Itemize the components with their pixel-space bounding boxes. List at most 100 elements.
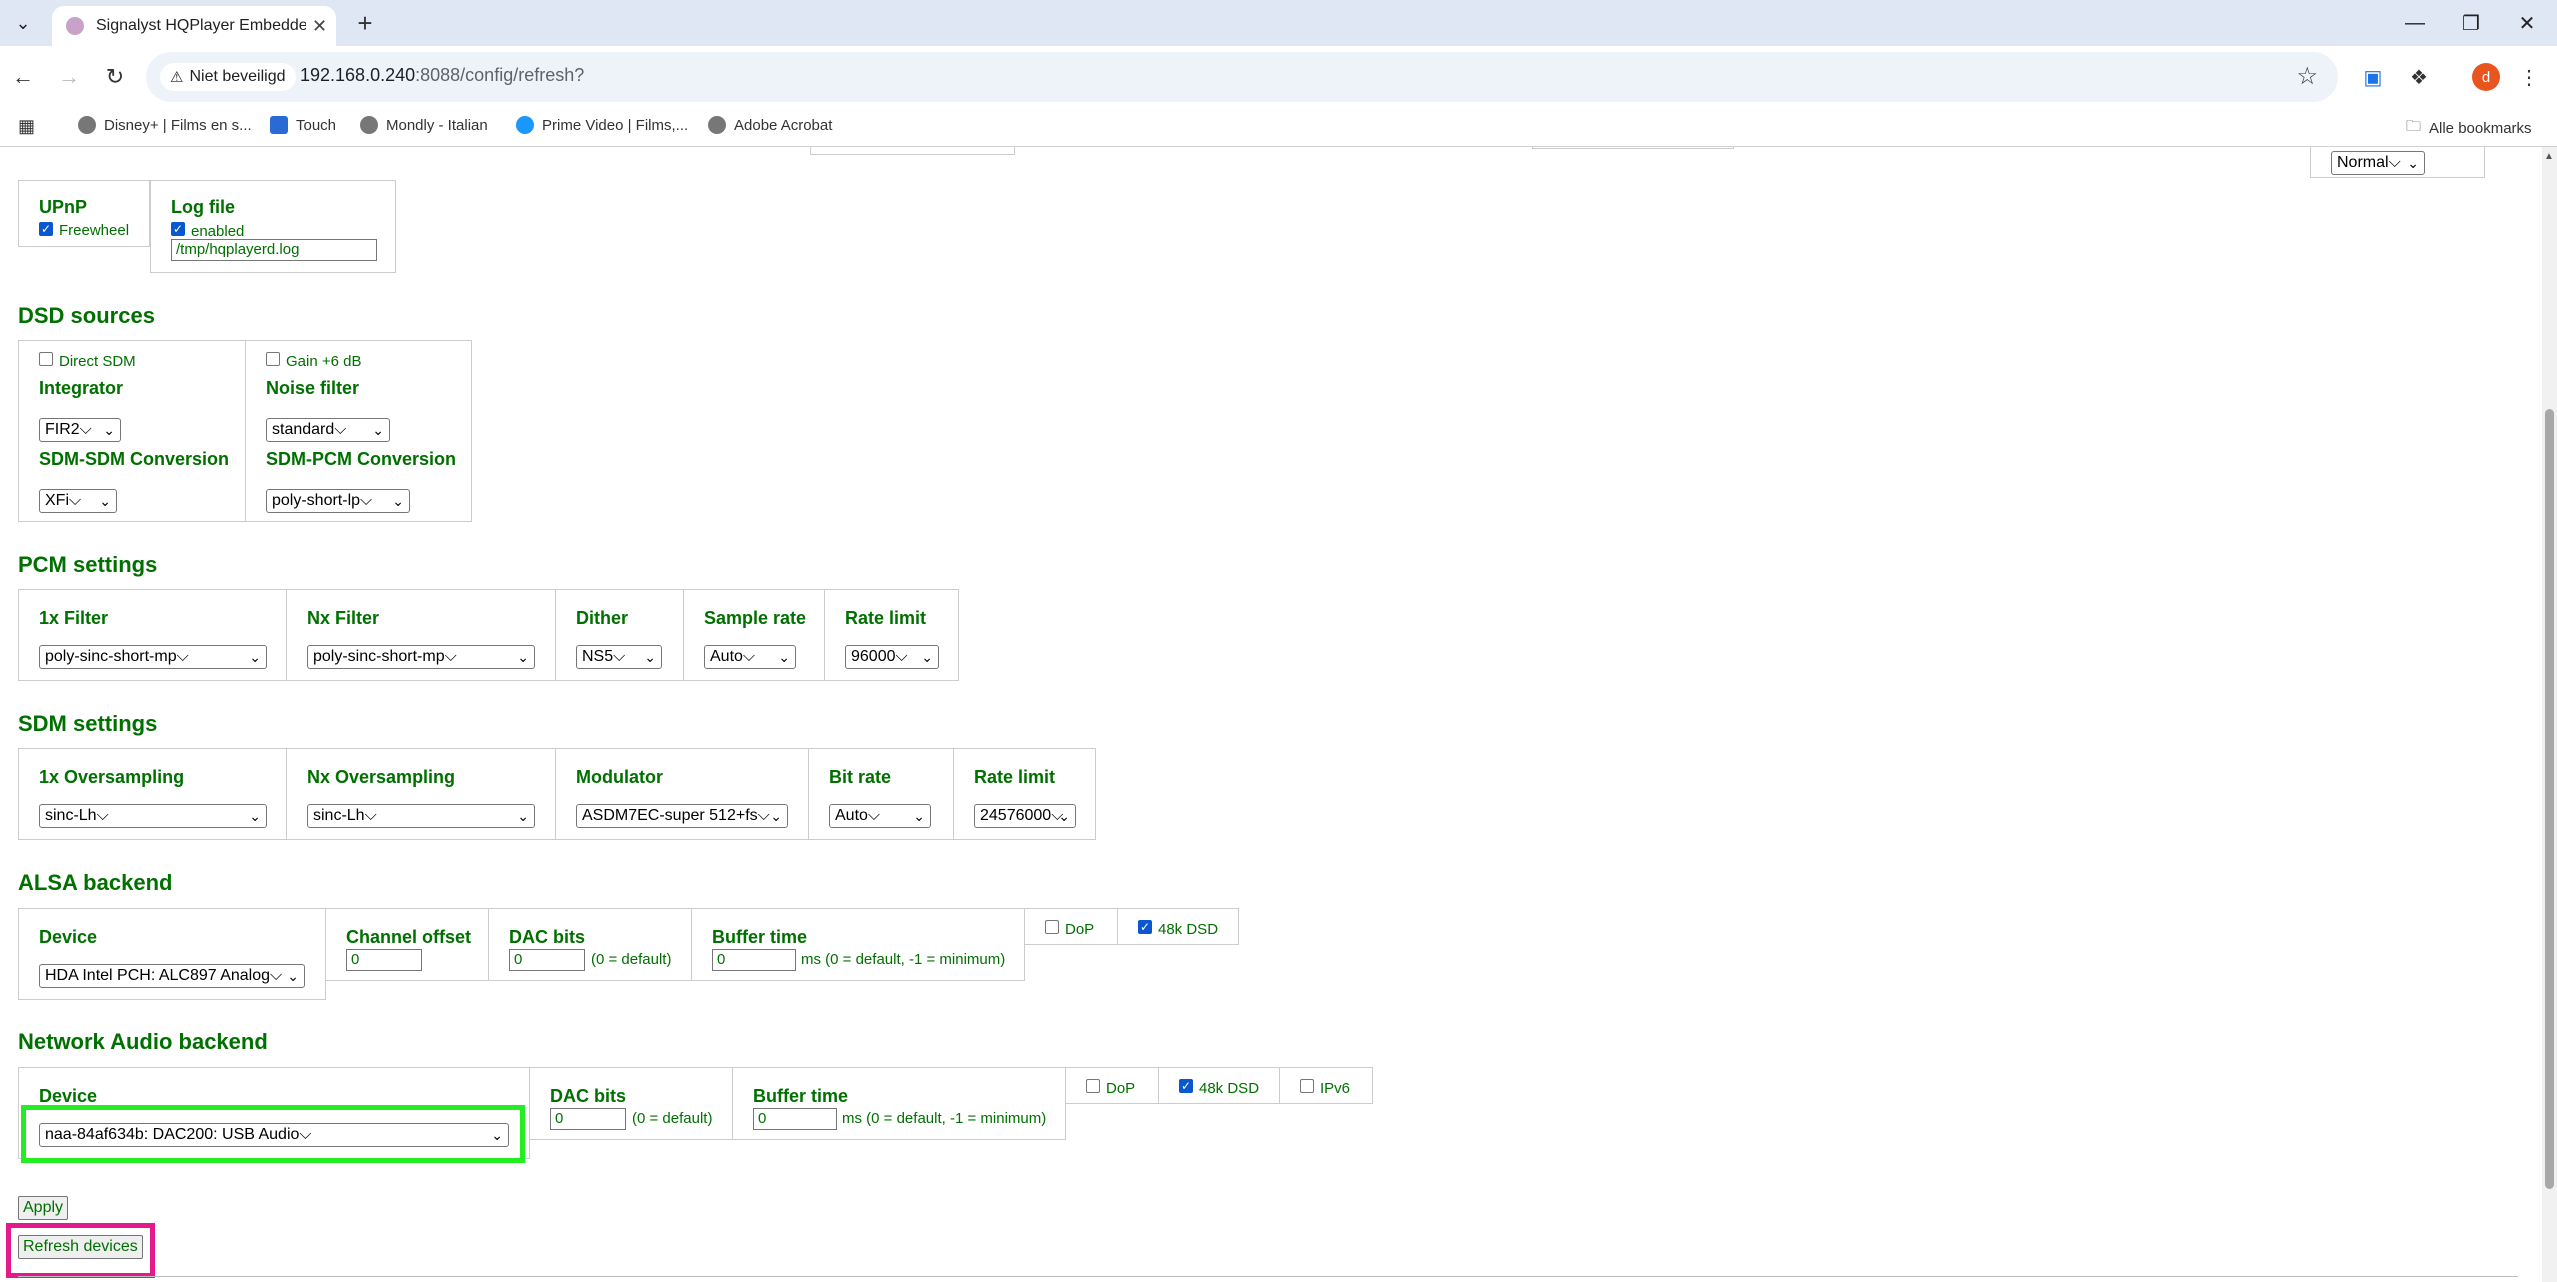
network-48k-label: 48k DSD	[1199, 1080, 1260, 1097]
config-page: Normal⌄ UPnP ✓ Freewheel Log file ✓ enab…	[0, 147, 2540, 1282]
back-arrow-icon[interactable]: ←	[6, 60, 40, 94]
network-48k-checkbox[interactable]: ✓	[1179, 1079, 1193, 1093]
pcm-1x-filter-select[interactable]: poly-sinc-short-mp ⌄	[39, 645, 267, 669]
alsa-channel-offset-input[interactable]: 0	[346, 949, 422, 971]
sdm-bitrate-cell: Bit rate Auto ⌄	[808, 748, 954, 840]
alsa-device-select[interactable]: HDA Intel PCH: ALC897 Analog ⌄	[39, 964, 305, 988]
profile-avatar[interactable]: d	[2472, 63, 2500, 91]
gain-checkbox[interactable]	[266, 352, 280, 366]
bookmark-acrobat[interactable]: Adobe Acrobat	[708, 116, 832, 134]
bookmark-label: Adobe Acrobat	[734, 116, 833, 134]
extensions-puzzle-icon[interactable]: ❖	[2404, 62, 2434, 92]
sdm-nx-os-select[interactable]: sinc-Lh ⌄	[307, 804, 535, 828]
tab-search-chevron-icon[interactable]: ⌄	[8, 8, 38, 38]
integrator-select[interactable]: FIR2 ⌄	[39, 418, 121, 442]
sdm-settings-heading: SDM settings	[18, 711, 158, 736]
alsa-dac-bits-label: DAC bits	[509, 927, 585, 947]
bookmark-disney[interactable]: Disney+ | Films en s...	[78, 116, 252, 134]
network-buffer-input[interactable]: 0	[753, 1108, 837, 1130]
sdm-modulator-cell: Modulator ASDM7EC-super 512+fs ⌄	[555, 748, 809, 840]
browser-toolbar: ← → ↻ ⚠ Niet beveiligd 192.168.0.240:808…	[0, 46, 2557, 108]
cast-extension-icon[interactable]: ▣	[2358, 62, 2388, 92]
browser-tab[interactable]: Signalyst HQPlayer Embedded ✕	[52, 6, 336, 46]
security-label: Niet beveiligd	[189, 68, 286, 85]
direct-sdm-label: Direct SDM	[59, 353, 136, 370]
bookmark-star-icon[interactable]: ☆	[2296, 62, 2318, 91]
address-bar[interactable]: ⚠ Niet beveiligd 192.168.0.240:8088/conf…	[146, 52, 2338, 102]
network-ipv6-checkbox[interactable]	[1300, 1079, 1314, 1093]
network-dop-checkbox[interactable]	[1086, 1079, 1100, 1093]
alsa-device-cell: Device HDA Intel PCH: ALC897 Analog ⌄	[18, 908, 326, 1000]
network-dac-bits-cell: DAC bits 0 (0 = default)	[529, 1067, 733, 1140]
direct-sdm-checkbox[interactable]	[39, 352, 53, 366]
alsa-dac-bits-cell: DAC bits 0 (0 = default)	[488, 908, 692, 981]
output-mode-select[interactable]: Normal ⌄	[2331, 151, 2425, 175]
network-dac-bits-note: (0 = default)	[632, 1110, 713, 1127]
window-close-icon[interactable]: ✕	[2497, 0, 2557, 46]
menu-kebab-icon[interactable]: ⋮	[2514, 62, 2544, 92]
apps-grid-icon[interactable]: ▦	[18, 116, 35, 137]
bookmark-label: Disney+ | Films en s...	[104, 116, 252, 134]
all-bookmarks[interactable]: 🗀 Alle bookmarks	[2406, 116, 2532, 141]
sdm-bitrate-label: Bit rate	[829, 767, 892, 787]
gain-label: Gain +6 dB	[286, 353, 362, 370]
network-dac-bits-input[interactable]: 0	[550, 1108, 626, 1130]
refresh-highlight-box	[6, 1223, 155, 1278]
log-file-label: Log file	[171, 197, 235, 217]
network-backend-heading: Network Audio backend	[18, 1029, 268, 1054]
sdm-modulator-select[interactable]: ASDM7EC-super 512+fs ⌄	[576, 804, 788, 828]
pcm-dither-cell: Dither NS5 ⌄	[555, 589, 684, 681]
reload-icon[interactable]: ↻	[98, 60, 132, 94]
pcm-samplerate-cell: Sample rate Auto ⌄	[683, 589, 825, 681]
sdm-sdm-select[interactable]: XFi ⌄	[39, 489, 117, 513]
new-tab-plus-icon[interactable]: +	[350, 8, 380, 38]
bookmark-touch[interactable]: Touch	[270, 116, 336, 134]
apply-button[interactable]: Apply	[18, 1196, 69, 1220]
pcm-1x-filter-label: 1x Filter	[39, 608, 109, 628]
pcm-samplerate-select[interactable]: Auto ⌄	[704, 645, 796, 669]
alsa-channel-offset-cell: Channel offset 0	[325, 908, 489, 981]
log-file-cell: Log file ✓ enabled /tmp/hqplayerd.log	[150, 180, 396, 273]
pcm-settings-heading: PCM settings	[18, 552, 158, 577]
page-scrollbar[interactable]: ▲	[2542, 147, 2557, 1282]
pcm-ratelimit-select[interactable]: 96000 ⌄	[845, 645, 939, 669]
sdm-1x-os-select[interactable]: sinc-Lh ⌄	[39, 804, 267, 828]
minimize-icon[interactable]: —	[2385, 0, 2445, 46]
forward-arrow-icon[interactable]: →	[52, 60, 86, 94]
sdm-sdm-label: SDM-SDM Conversion	[39, 449, 230, 469]
alsa-dop-checkbox[interactable]	[1045, 920, 1059, 934]
sdm-1x-os-label: 1x Oversampling	[39, 767, 185, 787]
sdm-ratelimit-select[interactable]: 24576000 ⌄	[974, 804, 1076, 828]
prime-play-icon	[516, 116, 534, 134]
sdm-pcm-select[interactable]: poly-short-lp ⌄	[266, 489, 410, 513]
network-buffer-note: ms (0 = default, -1 = minimum)	[842, 1110, 1047, 1127]
restore-icon[interactable]: ❐	[2441, 0, 2501, 46]
pcm-nx-filter-cell: Nx Filter poly-sinc-short-mp ⌄	[286, 589, 556, 681]
scrollbar-thumb[interactable]	[2545, 409, 2554, 1189]
bookmark-mondly[interactable]: Mondly - Italian	[360, 116, 488, 134]
noise-filter-select[interactable]: standard ⌄	[266, 418, 390, 442]
log-enabled-checkbox[interactable]: ✓	[171, 222, 185, 236]
security-chip[interactable]: ⚠ Niet beveiligd	[160, 63, 296, 91]
url-text[interactable]: 192.168.0.240:8088/config/refresh?	[300, 65, 584, 86]
tab-close-icon[interactable]: ✕	[312, 16, 327, 37]
network-48k-cell: ✓ 48k DSD	[1158, 1067, 1280, 1104]
freewheel-checkbox[interactable]: ✓	[39, 222, 53, 236]
network-dop-label: DoP	[1106, 1080, 1136, 1097]
log-path-input[interactable]: /tmp/hqplayerd.log	[171, 239, 377, 261]
network-dop-cell: DoP	[1065, 1067, 1159, 1104]
noise-filter-label: Noise filter	[266, 378, 360, 398]
integrator-label: Integrator	[39, 378, 124, 398]
sdm-bitrate-select[interactable]: Auto ⌄	[829, 804, 931, 828]
pcm-nx-filter-select[interactable]: poly-sinc-short-mp ⌄	[307, 645, 535, 669]
alsa-dop-label: DoP	[1065, 921, 1095, 938]
alsa-dac-bits-input[interactable]: 0	[509, 949, 585, 971]
scroll-up-arrow-icon[interactable]: ▲	[2544, 151, 2554, 162]
sdm-pcm-label: SDM-PCM Conversion	[266, 449, 457, 469]
bookmark-prime[interactable]: Prime Video | Films,...	[516, 116, 688, 134]
alsa-48k-checkbox[interactable]: ✓	[1138, 920, 1152, 934]
warning-triangle-icon: ⚠	[170, 69, 184, 86]
upnp-cell: UPnP ✓ Freewheel	[18, 180, 150, 247]
alsa-buffer-input[interactable]: 0	[712, 949, 796, 971]
pcm-dither-select[interactable]: NS5 ⌄	[576, 645, 662, 669]
